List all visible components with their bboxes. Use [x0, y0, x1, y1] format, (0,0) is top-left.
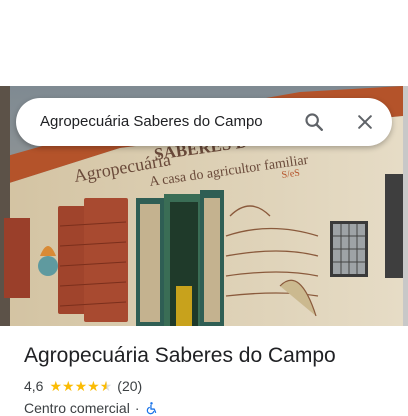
rating-row[interactable]: 4,6 ★ ★ ★ ★ ★ (20) — [24, 378, 142, 394]
star-rating: ★ ★ ★ ★ ★ — [49, 379, 112, 393]
place-info-panel: Agropecuária Saberes do Campo 4,6 ★ ★ ★ … — [0, 326, 408, 416]
place-category: Centro comercial — [24, 400, 130, 416]
review-count[interactable]: (20) — [117, 378, 142, 394]
search-bar[interactable]: Agropecuária Saberes do Campo — [16, 98, 392, 146]
blank-header-area — [0, 0, 408, 86]
category-row: Centro comercial · — [24, 400, 158, 416]
wheelchair-accessible-icon — [146, 402, 156, 415]
photo-scrollbar[interactable] — [403, 86, 408, 326]
star-half-icon: ★ — [99, 378, 113, 394]
star-icon: ★ — [62, 378, 75, 394]
search-button[interactable] — [298, 106, 330, 138]
close-icon — [358, 115, 372, 129]
star-icon: ★ — [74, 378, 88, 394]
search-icon — [305, 113, 323, 131]
search-input[interactable]: Agropecuária Saberes do Campo — [40, 113, 263, 130]
rating-value: 4,6 — [24, 378, 44, 394]
star-icon: ★ — [49, 378, 63, 394]
clear-search-button[interactable] — [349, 106, 381, 138]
star-icon: ★ — [87, 378, 100, 394]
place-name: Agropecuária Saberes do Campo — [24, 344, 336, 367]
separator-dot: · — [134, 400, 140, 416]
